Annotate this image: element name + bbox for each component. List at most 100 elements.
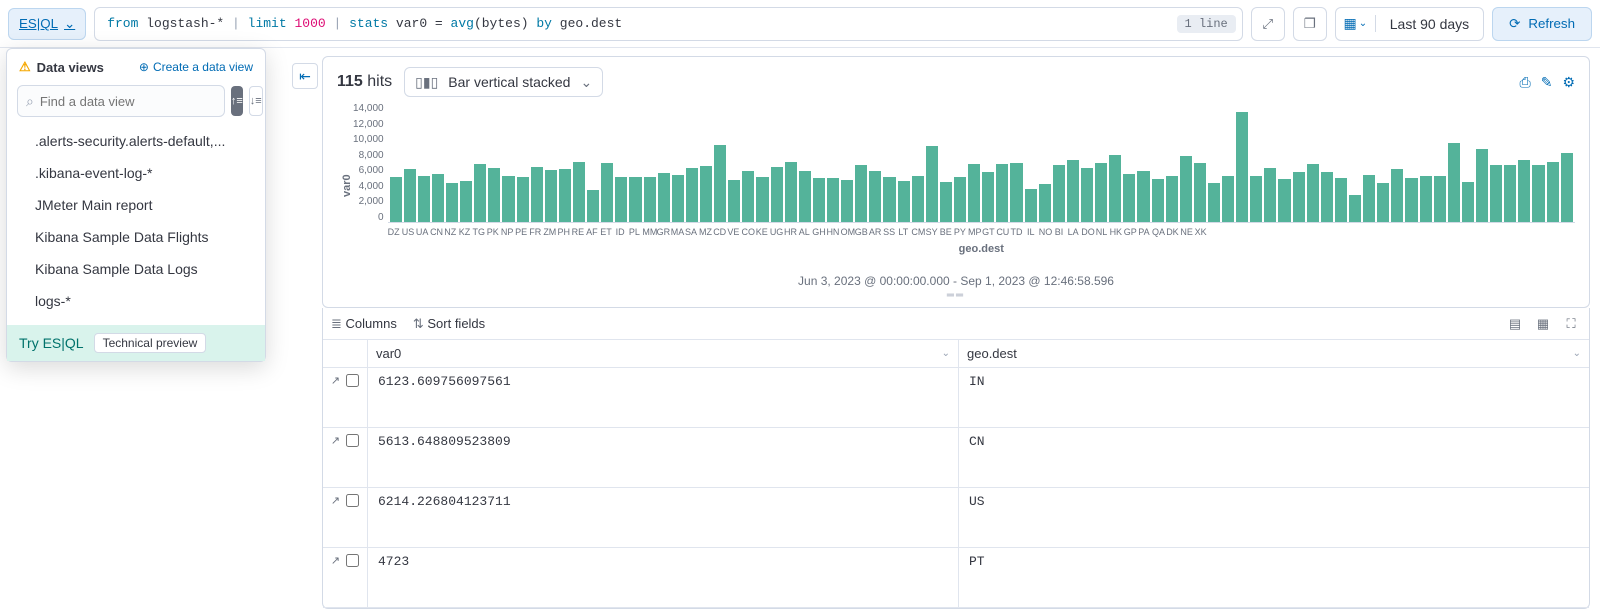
chart-bar[interactable] bbox=[742, 171, 754, 222]
resize-handle[interactable]: ══ bbox=[337, 290, 1575, 301]
date-picker[interactable]: ▦ ⌄ Last 90 days bbox=[1335, 7, 1484, 41]
expand-row-button[interactable]: ↗ bbox=[331, 494, 340, 508]
chart-bar[interactable] bbox=[517, 177, 529, 222]
viz-settings-button[interactable]: ⚙ bbox=[1562, 74, 1575, 91]
chart-bar[interactable] bbox=[686, 168, 698, 222]
column-header-geo-dest[interactable]: geo.dest⌄ bbox=[959, 340, 1589, 367]
save-viz-button[interactable]: ⎙ bbox=[1520, 74, 1531, 91]
data-view-search[interactable]: ⌕ bbox=[17, 85, 225, 117]
chart-bar[interactable] bbox=[1462, 182, 1474, 222]
sort-desc-button[interactable]: ↓≡ bbox=[249, 86, 263, 116]
chart-bar[interactable] bbox=[1208, 183, 1220, 222]
chart-bar[interactable] bbox=[672, 175, 684, 222]
expand-row-button[interactable]: ↗ bbox=[331, 554, 340, 568]
chart-bar[interactable] bbox=[756, 177, 768, 222]
chart-bar[interactable] bbox=[1010, 163, 1022, 222]
chart-bar[interactable] bbox=[460, 181, 472, 222]
chart-bar[interactable] bbox=[1377, 183, 1389, 222]
chart-bar[interactable] bbox=[1194, 163, 1206, 222]
calendar-icon-button[interactable]: ▦ ⌄ bbox=[1336, 15, 1376, 32]
data-view-item[interactable]: logs-* bbox=[7, 285, 265, 317]
chart-bar[interactable] bbox=[883, 177, 895, 222]
chart-bar[interactable] bbox=[827, 178, 839, 222]
chart-bar[interactable] bbox=[1053, 165, 1065, 222]
chart-bar[interactable] bbox=[1405, 178, 1417, 222]
esql-dropdown-button[interactable]: ES|QL ⌄ bbox=[8, 8, 86, 40]
chart-bar[interactable] bbox=[1025, 189, 1037, 222]
chart-bar[interactable] bbox=[559, 169, 571, 222]
chart-bar[interactable] bbox=[1307, 164, 1319, 222]
chart-bar[interactable] bbox=[714, 145, 726, 222]
density-button[interactable]: ▤ bbox=[1505, 316, 1525, 332]
chart-bar[interactable] bbox=[1039, 184, 1051, 222]
sort-fields-button[interactable]: ⇅ Sort fields bbox=[413, 316, 485, 332]
chart-bar[interactable] bbox=[968, 164, 980, 222]
data-view-item[interactable]: logstash-* bbox=[7, 317, 265, 325]
collapse-sidebar-button[interactable]: ⇤ bbox=[292, 63, 318, 89]
chart-bar[interactable] bbox=[1152, 179, 1164, 222]
chart-bar[interactable] bbox=[404, 169, 416, 222]
chart-bar[interactable] bbox=[700, 166, 712, 222]
row-checkbox[interactable] bbox=[346, 554, 359, 567]
chart-bar[interactable] bbox=[446, 183, 458, 222]
refresh-button[interactable]: ⟳ Refresh bbox=[1492, 7, 1592, 41]
chart-bar[interactable] bbox=[531, 167, 543, 222]
sort-asc-button[interactable]: ↑≡ bbox=[231, 86, 243, 116]
chart-bar[interactable] bbox=[785, 162, 797, 222]
data-view-item[interactable]: .kibana-event-log-* bbox=[7, 157, 265, 189]
chart-bar[interactable] bbox=[545, 170, 557, 222]
chart-bar[interactable] bbox=[813, 178, 825, 222]
chart-bar[interactable] bbox=[926, 146, 938, 222]
display-options-button[interactable]: ▦ bbox=[1533, 316, 1553, 332]
docs-button[interactable]: ❐ bbox=[1293, 7, 1327, 41]
chart-bar[interactable] bbox=[1420, 176, 1432, 222]
chart-bar[interactable] bbox=[644, 177, 656, 222]
chart-bar[interactable] bbox=[1236, 112, 1248, 222]
chart-bar[interactable] bbox=[587, 190, 599, 222]
chart-bar[interactable] bbox=[573, 162, 585, 222]
chart-bar[interactable] bbox=[1278, 179, 1290, 222]
chart-bar[interactable] bbox=[1448, 143, 1460, 222]
create-data-view-link[interactable]: ⊕ Create a data view bbox=[139, 60, 253, 74]
chart-bar[interactable] bbox=[996, 164, 1008, 222]
column-header-var0[interactable]: var0⌄ bbox=[367, 340, 959, 367]
chart-bar[interactable] bbox=[1321, 172, 1333, 222]
try-esql-link[interactable]: Try ES|QL bbox=[19, 335, 84, 351]
chart-bar[interactable] bbox=[954, 177, 966, 222]
chart-bar[interactable] bbox=[1434, 176, 1446, 222]
chart-bar[interactable] bbox=[869, 171, 881, 222]
chart-bar[interactable] bbox=[940, 182, 952, 222]
data-view-list[interactable]: .alerts-security.alerts-default,....kiba… bbox=[7, 125, 265, 325]
data-view-item[interactable]: JMeter Main report bbox=[7, 189, 265, 221]
row-checkbox[interactable] bbox=[346, 494, 359, 507]
chart-bar[interactable] bbox=[1222, 176, 1234, 222]
chart-bar[interactable] bbox=[1081, 168, 1093, 222]
chart-bar[interactable] bbox=[502, 176, 514, 222]
chart-bar[interactable] bbox=[488, 168, 500, 222]
chart-bar[interactable] bbox=[1166, 176, 1178, 222]
chart-bar[interactable] bbox=[1349, 195, 1361, 222]
chart-bar[interactable] bbox=[898, 181, 910, 222]
chart-bar[interactable] bbox=[799, 171, 811, 222]
chart-bar[interactable] bbox=[1561, 153, 1573, 222]
chart-bar[interactable] bbox=[1518, 160, 1530, 222]
data-view-item[interactable]: Kibana Sample Data Flights bbox=[7, 221, 265, 253]
chart-bar[interactable] bbox=[1180, 156, 1192, 222]
chart-bar[interactable] bbox=[615, 177, 627, 222]
chart-bar[interactable] bbox=[1490, 165, 1502, 222]
expand-row-button[interactable]: ↗ bbox=[331, 374, 340, 388]
chart-bar[interactable] bbox=[1293, 172, 1305, 222]
chart-bar[interactable] bbox=[1504, 165, 1516, 222]
chart-bar[interactable] bbox=[1391, 169, 1403, 222]
chart-bar[interactable] bbox=[1123, 174, 1135, 222]
chart-bar[interactable] bbox=[728, 180, 740, 222]
chart-bar[interactable] bbox=[418, 176, 430, 222]
chart-bar[interactable] bbox=[601, 163, 613, 222]
expand-row-button[interactable]: ↗ bbox=[331, 434, 340, 448]
chart-bar[interactable] bbox=[629, 177, 641, 222]
edit-viz-button[interactable]: ✎ bbox=[1541, 74, 1553, 91]
columns-button[interactable]: ≣ Columns bbox=[331, 316, 397, 332]
chart-bar[interactable] bbox=[1476, 149, 1488, 222]
chart-bar[interactable] bbox=[1137, 171, 1149, 222]
chart-bar[interactable] bbox=[390, 177, 402, 222]
